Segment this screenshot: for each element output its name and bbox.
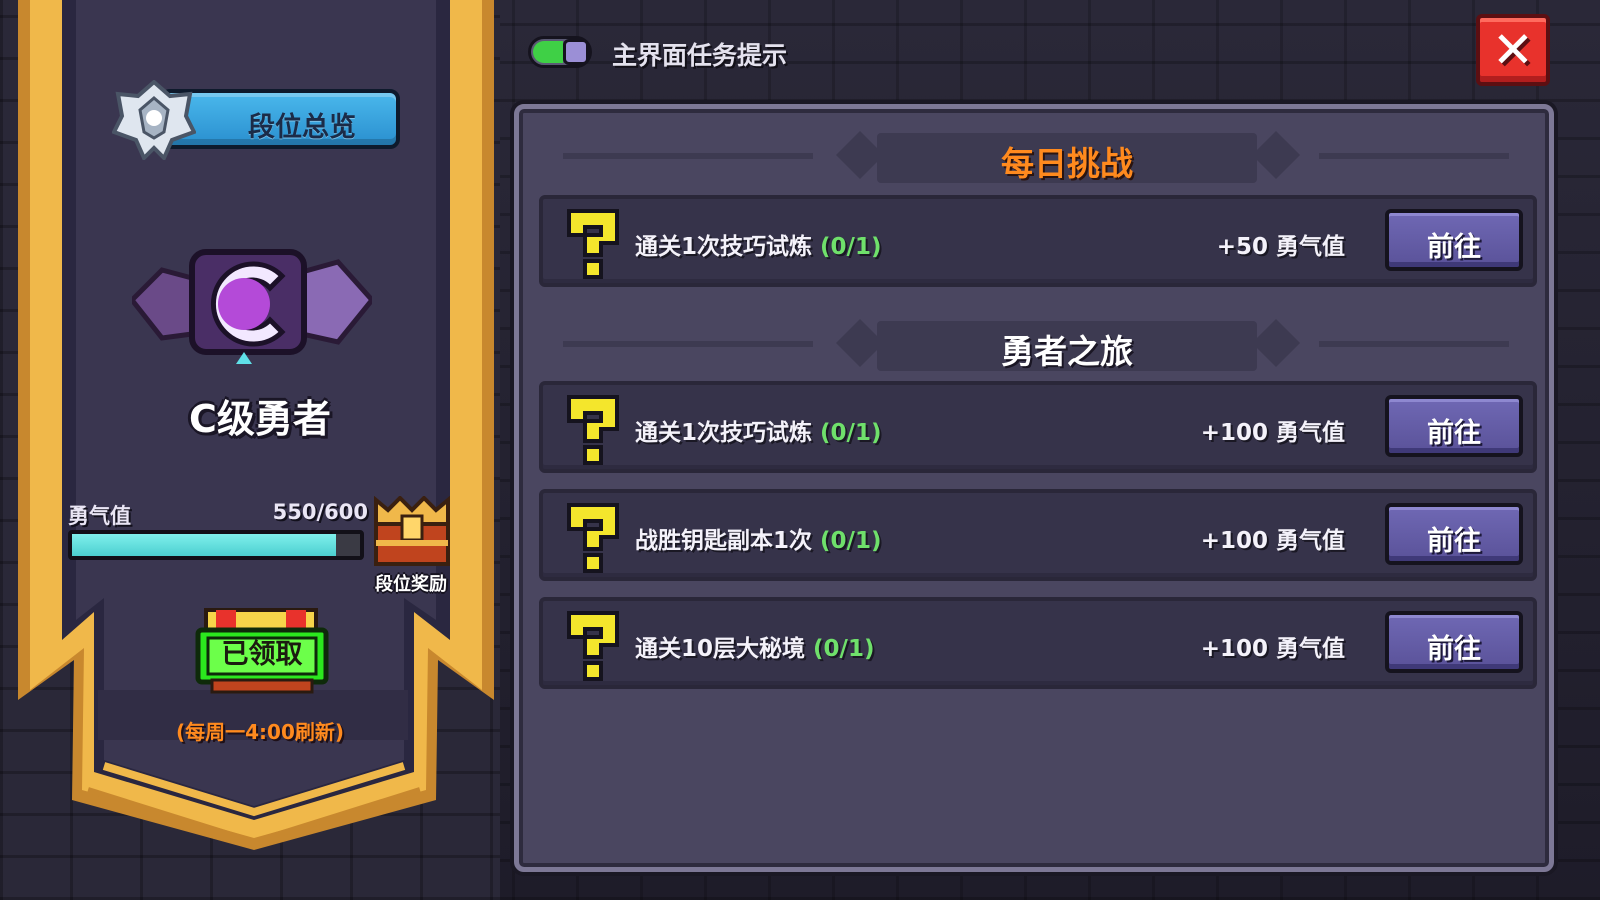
go-button[interactable]: 前往	[1385, 395, 1523, 457]
header-diamond-right	[1251, 130, 1301, 180]
courage-label: 勇气值	[68, 504, 131, 528]
question-mark-icon	[567, 395, 619, 465]
task-name: 通关1次技巧试炼 (0/1)	[635, 420, 882, 446]
daily-section-title: 每日挑战	[1001, 144, 1133, 183]
task-row: 通关1次技巧试炼 (0/1) +50 勇气值 前往	[539, 195, 1537, 287]
toggle-knob	[563, 39, 589, 65]
header-line-right	[1319, 153, 1509, 159]
rank-reward-label: 段位奖励	[375, 574, 447, 595]
claimed-label: 已领取	[221, 639, 303, 670]
close-icon: ✕	[1492, 21, 1534, 79]
c-rank-badge-icon	[132, 249, 372, 364]
task-name: 通关1次技巧试炼 (0/1)	[635, 234, 882, 260]
task-progress: (0/1)	[813, 636, 875, 662]
go-button[interactable]: 前往	[1385, 611, 1523, 673]
rank-overview-button[interactable]: 段位总览	[112, 80, 402, 160]
journey-section-header: 勇者之旅	[559, 313, 1509, 373]
task-hint-label: 主界面任务提示	[612, 41, 788, 70]
rank-overview-pill[interactable]: 段位总览	[160, 89, 400, 149]
daily-section-header: 每日挑战	[559, 125, 1509, 185]
task-reward: +50 勇气值	[1216, 234, 1345, 260]
claimed-chest[interactable]: 已领取	[194, 608, 330, 698]
task-name: 战胜钥匙副本1次 (0/1)	[635, 528, 882, 554]
go-button[interactable]: 前往	[1385, 503, 1523, 565]
question-mark-icon	[567, 611, 619, 681]
header-diamond-right	[1251, 318, 1301, 368]
task-progress: (0/1)	[820, 234, 882, 260]
task-reward: +100 勇气值	[1200, 528, 1345, 554]
journey-section-title: 勇者之旅	[1001, 332, 1133, 371]
task-panel: 每日挑战 通关1次技巧试炼 (0/1) +50 勇气值 前往 勇者之旅 通关1次…	[514, 104, 1554, 872]
courage-progress-bar	[68, 530, 364, 560]
courage-progress-fill	[72, 534, 336, 556]
task-name: 通关10层大秘境 (0/1)	[635, 636, 875, 662]
task-row: 通关10层大秘境 (0/1) +100 勇气值 前往	[539, 597, 1537, 689]
rank-reward-button[interactable]: 段位奖励	[372, 495, 452, 595]
task-progress: (0/1)	[820, 420, 882, 446]
question-mark-icon	[567, 209, 619, 279]
go-button[interactable]: 前往	[1385, 209, 1523, 271]
header-line-right	[1319, 341, 1509, 347]
task-reward: +100 勇气值	[1200, 636, 1345, 662]
courage-value: 550/600	[272, 500, 368, 524]
task-row: 通关1次技巧试炼 (0/1) +100 勇气值 前往	[539, 381, 1537, 473]
header-line-left	[563, 341, 813, 347]
rank-reward-chest-icon	[374, 495, 450, 566]
toggle-on-indicator	[533, 41, 563, 63]
silver-rank-emblem-icon	[112, 80, 196, 160]
refresh-note: (每周一4:00刷新)	[175, 720, 345, 744]
task-row: 战胜钥匙副本1次 (0/1) +100 勇气值 前往	[539, 489, 1537, 581]
task-reward: +100 勇气值	[1200, 420, 1345, 446]
close-button[interactable]: ✕	[1476, 14, 1550, 86]
header-line-left	[563, 153, 813, 159]
rank-overview-label: 段位总览	[248, 112, 356, 143]
rank-name: C级勇者	[189, 397, 331, 441]
task-progress: (0/1)	[820, 528, 882, 554]
question-mark-icon	[567, 503, 619, 573]
task-hint-toggle[interactable]	[528, 36, 592, 68]
